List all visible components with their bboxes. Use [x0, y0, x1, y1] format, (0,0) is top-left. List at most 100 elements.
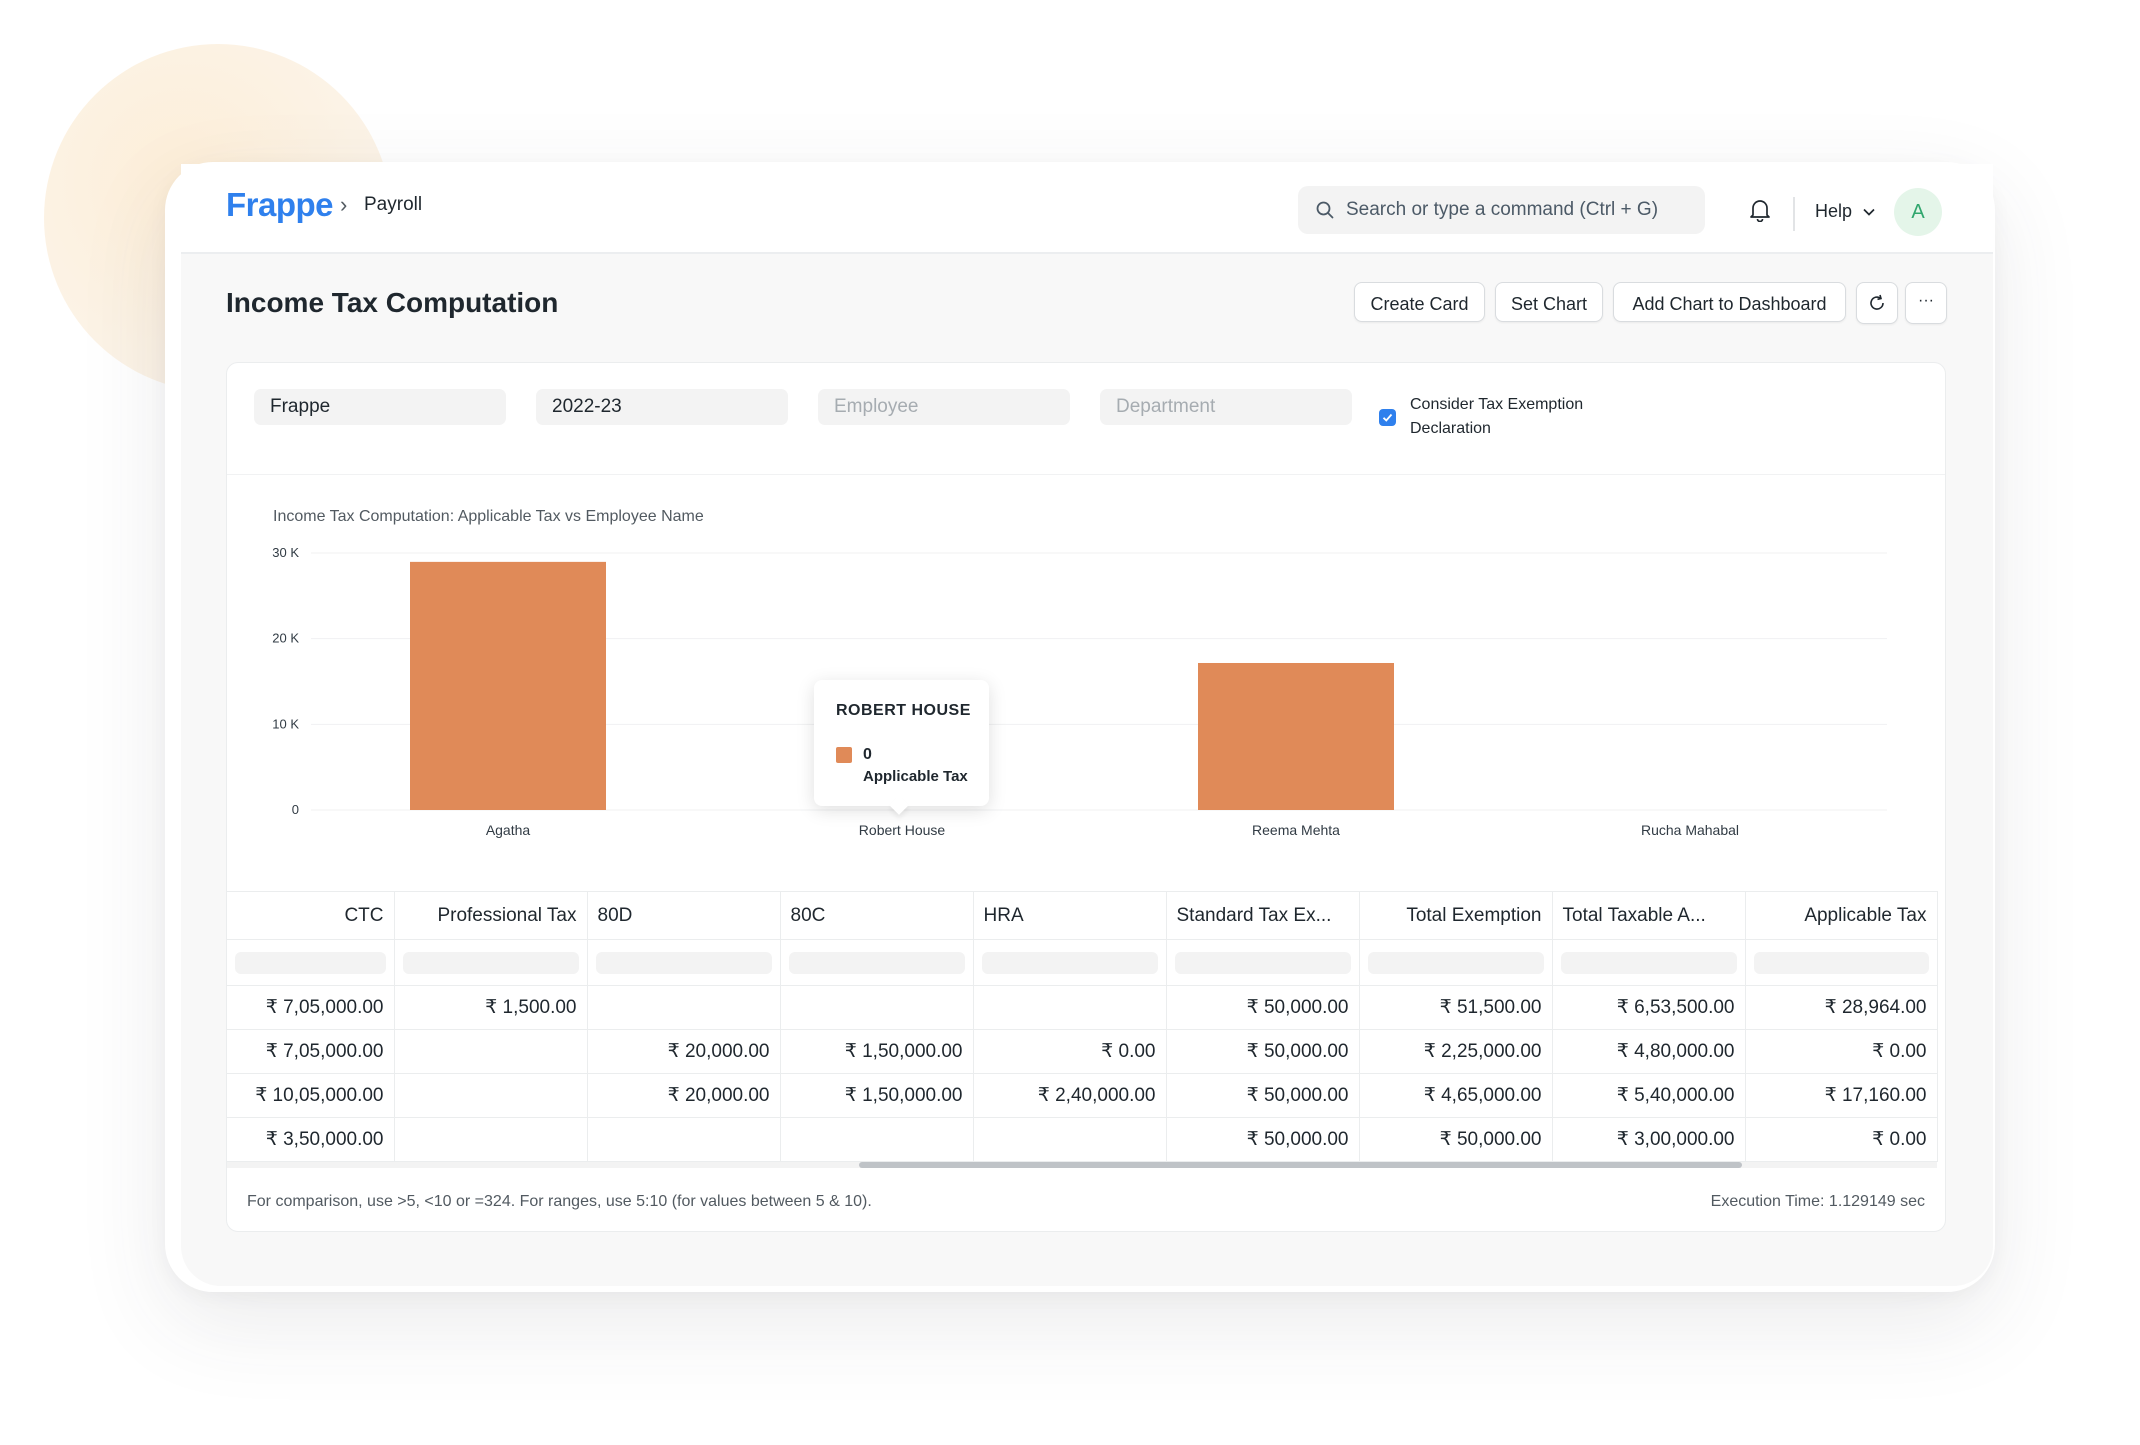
- table-row[interactable]: ₹ 7,05,000.00 ₹ 1,500.00 ₹ 50,000.00 ₹ 5…: [227, 985, 1938, 1030]
- table-cell: ₹ 3,50,000.00: [227, 1117, 395, 1162]
- column-filter-input[interactable]: [587, 939, 781, 986]
- search-input[interactable]: Search or type a command (Ctrl + G): [1298, 186, 1705, 234]
- search-placeholder: Search or type a command (Ctrl + G): [1346, 199, 1659, 220]
- breadcrumb-separator-icon: ›: [340, 192, 348, 217]
- bar: [1198, 662, 1394, 810]
- table-cell: ₹ 7,05,000.00: [227, 1029, 395, 1074]
- table-cell: ₹ 10,05,000.00: [227, 1073, 395, 1118]
- column-filter-input[interactable]: [1745, 939, 1938, 986]
- table-cell: [394, 1117, 588, 1162]
- breadcrumb-payroll[interactable]: Payroll: [364, 194, 422, 216]
- column-header-standard-tax-exemption[interactable]: Standard Tax Ex...: [1166, 891, 1360, 940]
- refresh-button[interactable]: [1856, 282, 1898, 324]
- company-filter[interactable]: Frappe: [254, 389, 506, 425]
- add-chart-to-dashboard-button[interactable]: Add Chart to Dashboard: [1613, 282, 1846, 322]
- create-card-button[interactable]: Create Card: [1354, 282, 1485, 322]
- table-cell: [394, 1073, 588, 1118]
- column-header-hra[interactable]: HRA: [973, 891, 1167, 940]
- column-filter-input[interactable]: [973, 939, 1167, 986]
- column-header-80c[interactable]: 80C: [780, 891, 974, 940]
- table-cell: [587, 985, 781, 1030]
- x-tick-label: Agatha: [486, 822, 531, 838]
- column-header-total-exemption[interactable]: Total Exemption: [1359, 891, 1553, 940]
- table-cell: ₹ 0.00: [1745, 1029, 1938, 1074]
- consider-exemption-label: Consider Tax Exemption Declaration: [1410, 396, 1584, 437]
- scrollbar-thumb[interactable]: [859, 1162, 1742, 1168]
- column-header-ctc[interactable]: CTC: [227, 891, 395, 940]
- table-header-row: CTC Professional Tax 80D 80C HRA Standar…: [227, 891, 1938, 940]
- tooltip-title: ROBERT HOUSE: [836, 702, 971, 719]
- table-row[interactable]: ₹ 10,05,000.00 ₹ 20,000.00 ₹ 1,50,000.00…: [227, 1073, 1938, 1118]
- table-cell: ₹ 50,000.00: [1166, 985, 1360, 1030]
- table-cell: ₹ 50,000.00: [1166, 1117, 1360, 1162]
- table-cell: ₹ 4,80,000.00: [1552, 1029, 1746, 1074]
- table-cell: ₹ 1,50,000.00: [780, 1073, 974, 1118]
- table-row[interactable]: ₹ 7,05,000.00 ₹ 20,000.00 ₹ 1,50,000.00 …: [227, 1029, 1938, 1074]
- horizontal-scrollbar[interactable]: [227, 1162, 1937, 1168]
- column-filter-input[interactable]: [227, 939, 395, 986]
- table-row[interactable]: ₹ 3,50,000.00 ₹ 50,000.00 ₹ 50,000.00 ₹ …: [227, 1117, 1938, 1162]
- table-cell: ₹ 50,000.00: [1166, 1029, 1360, 1074]
- table-cell: ₹ 50,000.00: [1359, 1117, 1553, 1162]
- navbar-divider: [1793, 197, 1795, 231]
- column-header-applicable-tax[interactable]: Applicable Tax: [1745, 891, 1938, 940]
- table-cell: ₹ 3,00,000.00: [1552, 1117, 1746, 1162]
- report-table: CTC Professional Tax 80D 80C HRA Standar…: [227, 891, 1945, 1166]
- footer-filter-hint: For comparison, use >5, <10 or =324. For…: [247, 1193, 872, 1210]
- column-filter-input[interactable]: [1552, 939, 1746, 986]
- checkmark-icon: [1382, 413, 1393, 422]
- frappe-logo[interactable]: Frappe: [226, 186, 334, 224]
- table-cell: [394, 1029, 588, 1074]
- table-cell: [973, 1117, 1167, 1162]
- column-filter-input[interactable]: [1359, 939, 1553, 986]
- chevron-down-icon: [1863, 209, 1875, 216]
- table-cell: ₹ 17,160.00: [1745, 1073, 1938, 1118]
- tooltip-swatch: [836, 747, 852, 763]
- employee-filter[interactable]: Employee: [818, 389, 1070, 425]
- x-tick-label: Reema Mehta: [1252, 822, 1340, 838]
- table-cell: [780, 985, 974, 1030]
- column-filter-input[interactable]: [1166, 939, 1360, 986]
- y-tick-label: 20 K: [272, 631, 299, 646]
- table-cell: ₹ 1,50,000.00: [780, 1029, 974, 1074]
- help-label: Help: [1815, 201, 1853, 221]
- bar: [410, 561, 606, 810]
- avatar[interactable]: A: [1894, 188, 1942, 236]
- column-header-professional-tax[interactable]: Professional Tax: [394, 891, 588, 940]
- x-tick-label: Robert House: [859, 822, 946, 838]
- column-header-total-taxable-amount[interactable]: Total Taxable A...: [1552, 891, 1746, 940]
- more-actions-button[interactable]: ···: [1905, 282, 1947, 324]
- refresh-icon: [1870, 294, 1884, 310]
- y-tick-label: 10 K: [272, 716, 299, 731]
- table-cell: ₹ 2,40,000.00: [973, 1073, 1167, 1118]
- table-cell: ₹ 7,05,000.00: [227, 985, 395, 1030]
- footer-execution-time: Execution Time: 1.129149 sec: [1710, 1193, 1925, 1210]
- column-header-80d[interactable]: 80D: [587, 891, 781, 940]
- table-cell: [780, 1117, 974, 1162]
- set-chart-button[interactable]: Set Chart: [1495, 282, 1603, 322]
- table-cell: ₹ 50,000.00: [1166, 1073, 1360, 1118]
- bar-chart: 0 10 K 20 K 30 K Agatha Robert House Reema Meh…: [272, 545, 1887, 838]
- y-tick-label: 30 K: [272, 545, 299, 560]
- chart-tooltip: ROBERT HOUSE 0 Applicable Tax: [814, 680, 989, 815]
- payroll-period-filter[interactable]: 2022-23: [536, 389, 788, 425]
- table-cell: ₹ 0.00: [1745, 1117, 1938, 1162]
- search-icon: [1316, 201, 1334, 219]
- table-cell: [587, 1117, 781, 1162]
- navbar: Frappe › Payroll Search or type a comman…: [181, 164, 1993, 254]
- table-cell: ₹ 1,500.00: [394, 985, 588, 1030]
- table-cell: ₹ 20,000.00: [587, 1029, 781, 1074]
- table-cell: ₹ 6,53,500.00: [1552, 985, 1746, 1030]
- notification-bell-icon[interactable]: [1749, 198, 1771, 222]
- column-filter-input[interactable]: [780, 939, 974, 986]
- table-cell: ₹ 2,25,000.00: [1359, 1029, 1553, 1074]
- tooltip-value: 0: [863, 746, 872, 763]
- table-cell: ₹ 51,500.00: [1359, 985, 1553, 1030]
- consider-exemption-checkbox[interactable]: [1379, 409, 1396, 426]
- column-filter-input[interactable]: [394, 939, 588, 986]
- x-tick-label: Rucha Mahabal: [1641, 822, 1739, 838]
- department-filter[interactable]: Department: [1100, 389, 1352, 425]
- table-cell: ₹ 20,000.00: [587, 1073, 781, 1118]
- help-dropdown[interactable]: Help: [1815, 201, 1875, 222]
- table-cell: ₹ 28,964.00: [1745, 985, 1938, 1030]
